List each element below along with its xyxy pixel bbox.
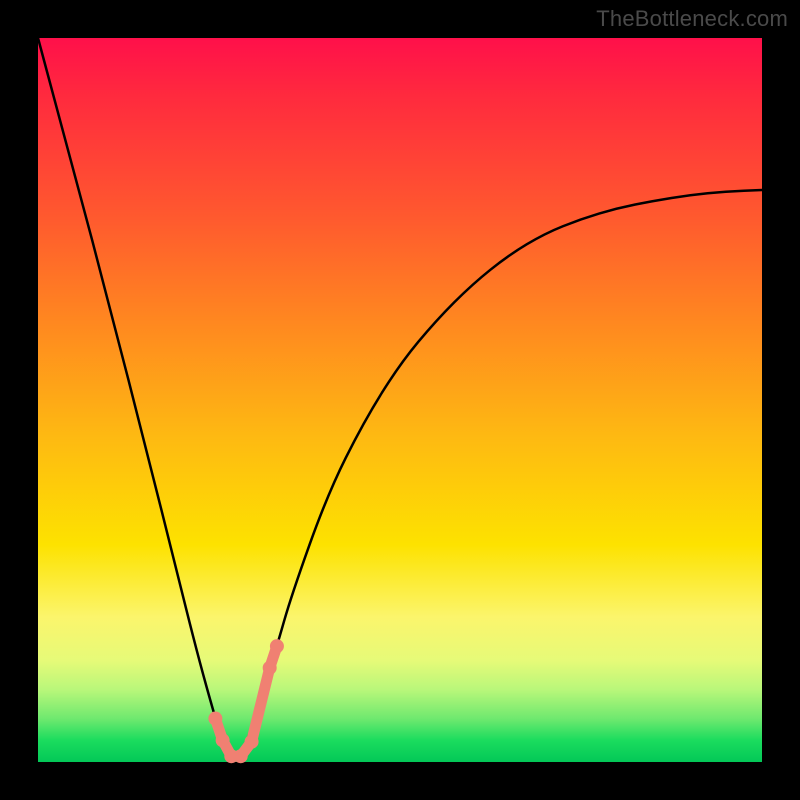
marker-dot (245, 735, 259, 749)
bottleneck-curve (38, 38, 762, 758)
marker-dot (208, 712, 222, 726)
marker-dot (263, 661, 277, 675)
marker-dot (270, 639, 284, 653)
marker-dot (234, 749, 248, 763)
attribution-text: TheBottleneck.com (596, 6, 788, 32)
curve-layer (38, 38, 762, 762)
chart-frame: TheBottleneck.com (0, 0, 800, 800)
plot-area (38, 38, 762, 762)
marker-dot (216, 733, 230, 747)
